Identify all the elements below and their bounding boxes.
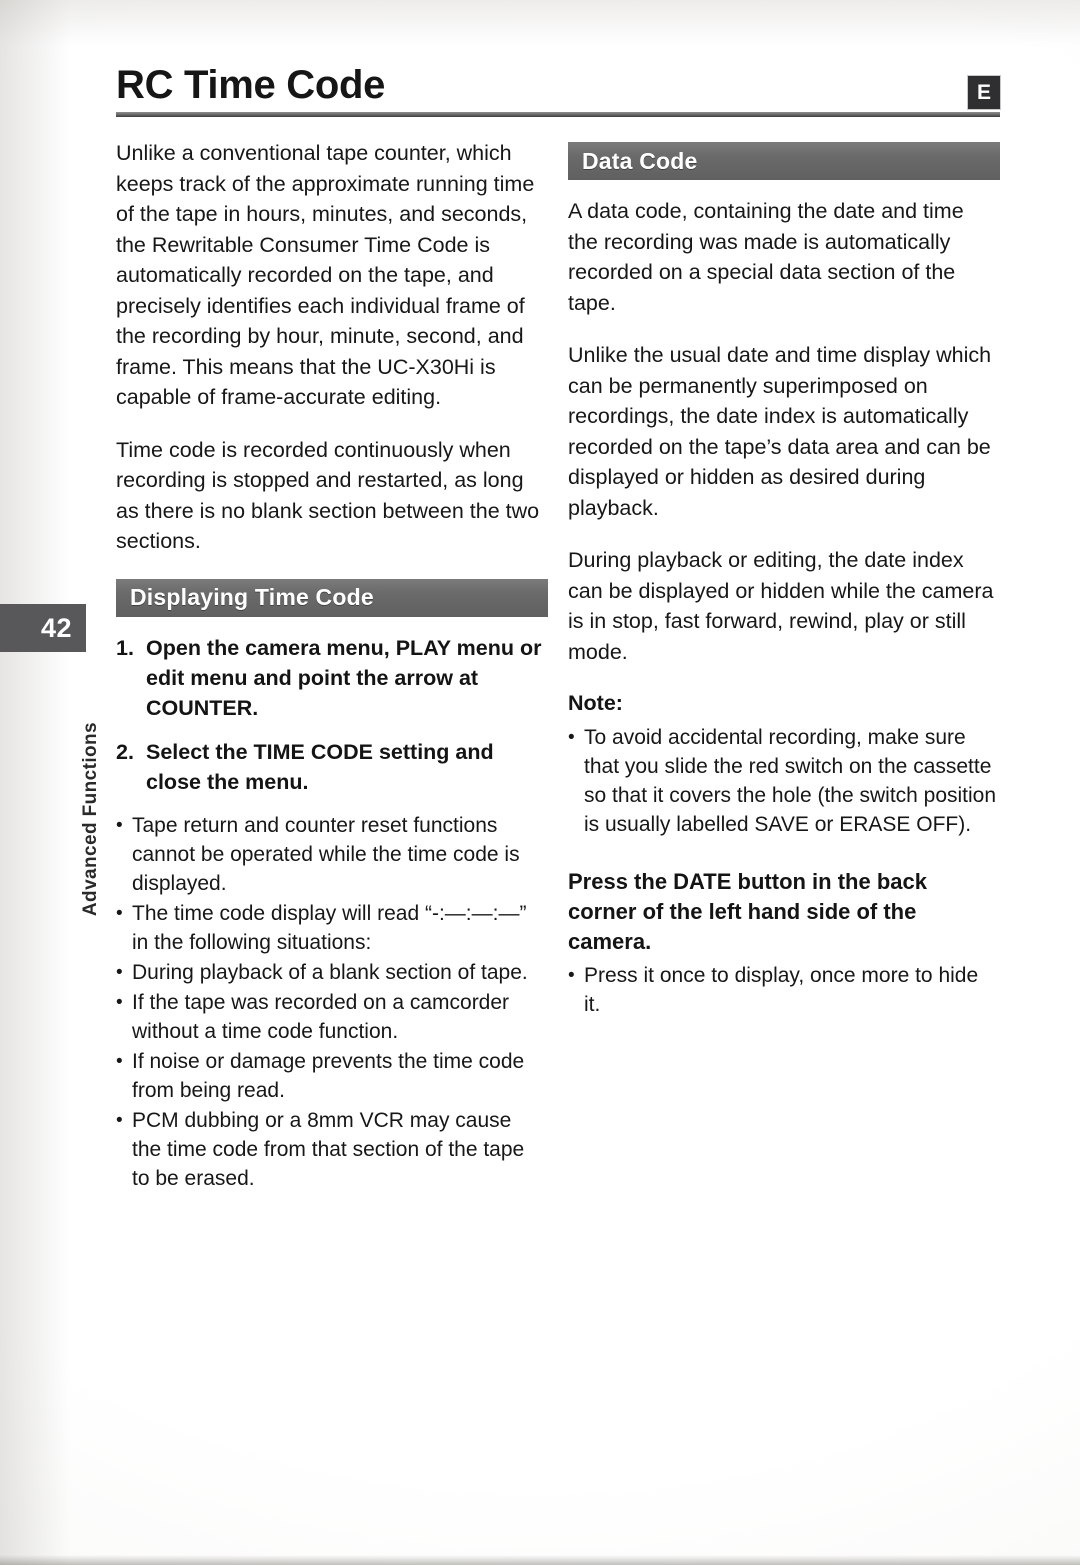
list-item: • Tape return and counter reset function… [116, 811, 546, 898]
bullet-icon: • [568, 727, 575, 748]
list-item-text: Tape return and counter reset functions … [132, 813, 520, 895]
list-item-text: PCM dubbing or a 8mm VCR may cause the t… [132, 1108, 525, 1190]
bullet-icon: • [116, 814, 123, 836]
date-button-notes-list: • Press it once to display, once more to… [568, 961, 998, 1019]
section-heading-displaying-time-code: Displaying Time Code [116, 578, 548, 617]
note-list: • To avoid accidental recording, make su… [568, 723, 998, 839]
section-heading-text: Data Code [582, 147, 698, 174]
list-item: • Press it once to display, once more to… [568, 961, 998, 1019]
list-item: • To avoid accidental recording, make su… [568, 723, 998, 839]
list-item-text: If the tape was recorded on a camcorder … [132, 990, 510, 1043]
list-item: • If noise or damage prevents the time c… [116, 1047, 546, 1105]
bullet-icon: • [116, 991, 123, 1013]
instruction-steps: 1. Open the camera menu, PLAY menu or ed… [116, 633, 546, 797]
list-item-text: The time code display will read “-:—:—:—… [132, 901, 527, 954]
second-paragraph: Time code is recorded continuously when … [116, 437, 540, 554]
page-number: 42 [40, 612, 72, 643]
section-heading-data-code: Data Code [568, 142, 1000, 180]
date-button-instruction: Press the DATE button in the back corner… [568, 869, 927, 954]
section-heading-text: Displaying Time Code [130, 584, 374, 610]
chapter-label: Advanced Functions [74, 666, 108, 916]
step-text: Select the TIME CODE setting and close t… [146, 739, 494, 794]
header-rule [116, 112, 1000, 117]
bullet-icon: • [116, 1109, 123, 1131]
data-code-paragraph-2: Unlike the usual date and time display w… [568, 343, 992, 520]
step-number: 2. [116, 739, 134, 764]
step-item: 2. Select the TIME CODE setting and clos… [116, 737, 546, 797]
list-item: • PCM dubbing or a 8mm VCR may cause the… [116, 1106, 546, 1193]
time-code-notes-list: • Tape return and counter reset function… [116, 811, 546, 957]
list-item-text: If noise or damage prevents the time cod… [132, 1049, 525, 1102]
note-label: Note: [568, 691, 623, 715]
left-column: Unlike a conventional tape counter, whic… [116, 138, 548, 1194]
list-item-text: Press it once to display, once more to h… [584, 964, 979, 1016]
bullet-icon: • [116, 961, 123, 983]
bullet-icon: • [116, 1050, 123, 1072]
time-code-situations-list: • During playback of a blank section of … [116, 958, 546, 1193]
list-item-text: To avoid accidental recording, make sure… [584, 726, 997, 836]
chapter-label-text: Advanced Functions [80, 721, 101, 916]
list-item: • During playback of a blank section of … [116, 958, 546, 987]
step-number: 1. [116, 635, 134, 660]
list-item: • The time code display will read “-:—:—… [116, 899, 546, 957]
bullet-icon: • [116, 902, 123, 924]
right-column: Data Code A data code, containing the da… [568, 138, 1000, 1020]
language-badge: E [968, 76, 1000, 109]
page-header: RC Time Code E [116, 64, 1000, 117]
bullet-icon: • [568, 965, 575, 986]
step-item: 1. Open the camera menu, PLAY menu or ed… [116, 633, 546, 723]
data-code-paragraph-3: During playback or editing, the date ind… [568, 548, 994, 664]
list-item-text: During playback of a blank section of ta… [132, 960, 528, 984]
intro-paragraph: Unlike a conventional tape counter, whic… [116, 141, 535, 409]
page-number-tab: 42 [0, 604, 86, 652]
list-item: • If the tape was recorded on a camcorde… [116, 988, 546, 1046]
page-title: RC Time Code [116, 63, 386, 107]
data-code-paragraph-1: A data code, containing the date and tim… [568, 199, 964, 315]
step-text: Open the camera menu, PLAY menu or edit … [146, 635, 542, 720]
